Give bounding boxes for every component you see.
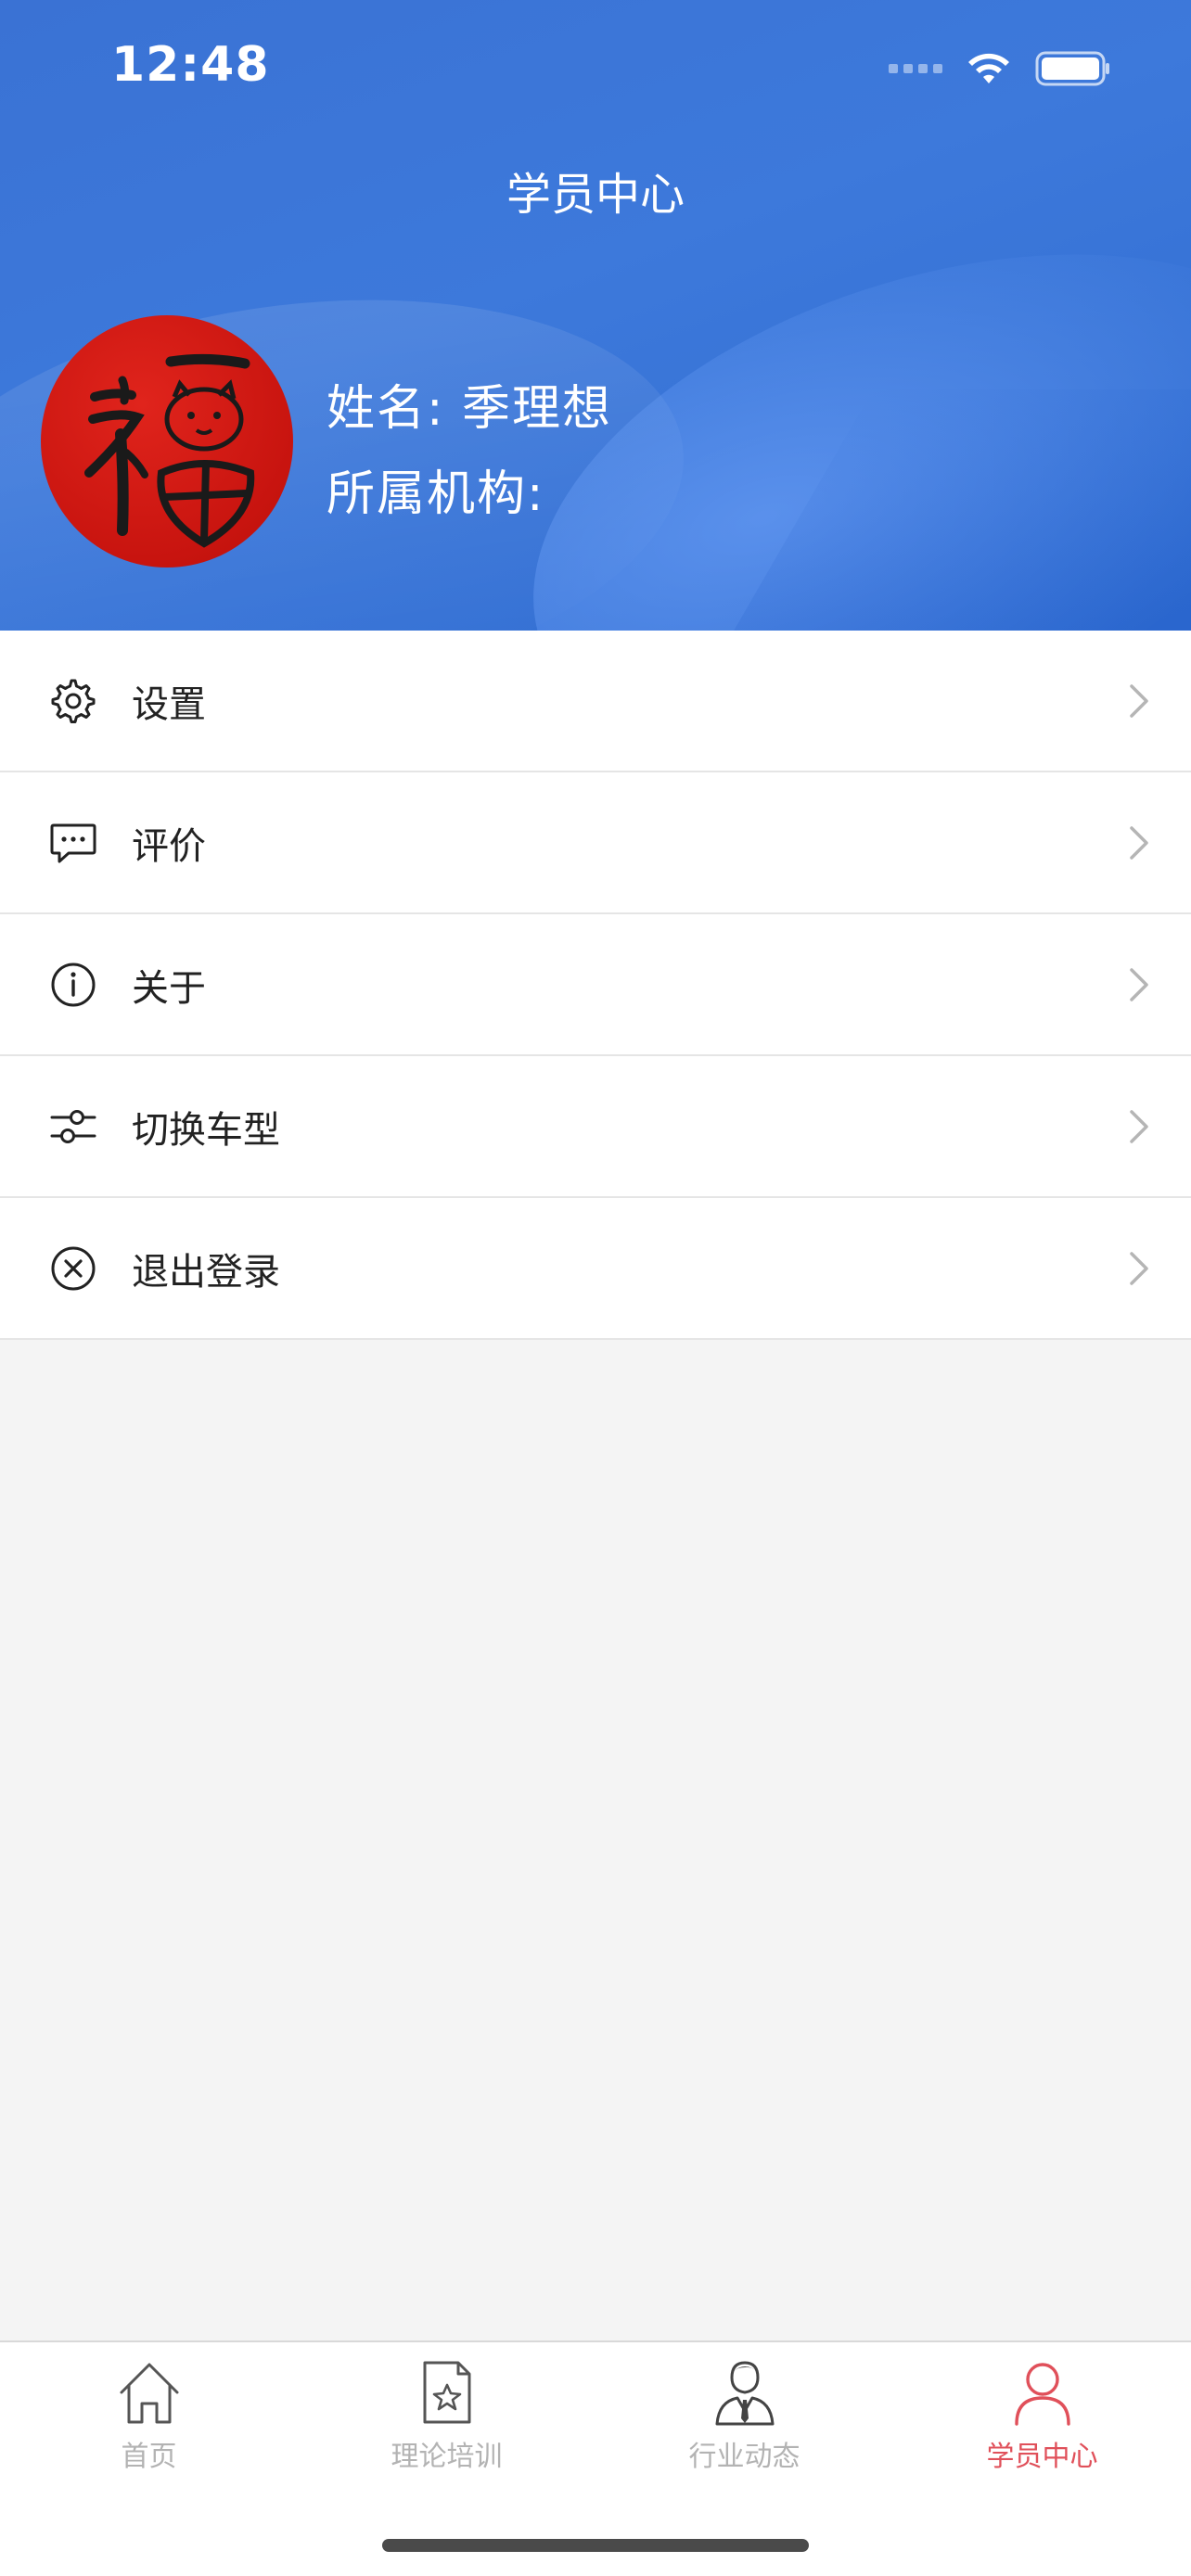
- chevron-right-icon: [1130, 1251, 1148, 1285]
- student-name: 姓名: 季理想: [327, 381, 613, 437]
- menu-item-label: 设置: [132, 682, 206, 726]
- tab-theory-training[interactable]: 理论培训: [298, 2357, 596, 2496]
- tab-home[interactable]: 首页: [0, 2357, 298, 2496]
- info-icon: [51, 963, 96, 1006]
- close-circle-icon: [51, 1246, 96, 1290]
- menu-item-label: 评价: [132, 824, 206, 868]
- profile-header: 12:48 学员中心 姓名: 季理想 所属机构:: [0, 0, 1191, 631]
- tab-label: 首页: [121, 2441, 177, 2473]
- tab-label: 理论培训: [391, 2441, 503, 2473]
- settings-menu: 设置 评价 关于 切换车型 退出登录: [0, 631, 1191, 1340]
- student-organization: 所属机构:: [327, 466, 545, 522]
- battery-icon: [1035, 50, 1111, 87]
- tab-industry-news[interactable]: 行业动态: [596, 2357, 893, 2496]
- cellular-signal-icon: [889, 64, 942, 73]
- tab-student-center[interactable]: 学员中心: [893, 2357, 1191, 2496]
- tab-label: 行业动态: [688, 2441, 800, 2473]
- chevron-right-icon: [1130, 967, 1148, 1001]
- chat-bubble-icon: [50, 823, 96, 862]
- home-indicator[interactable]: [382, 2539, 809, 2552]
- menu-item-label: 关于: [132, 966, 206, 1010]
- menu-item-switch-vehicle-type[interactable]: 切换车型: [0, 1056, 1191, 1198]
- menu-item-label: 退出登录: [132, 1250, 280, 1294]
- status-time: 12:48: [111, 37, 270, 93]
- menu-item-label: 切换车型: [132, 1108, 280, 1152]
- chevron-right-icon: [1130, 1109, 1148, 1143]
- person-tie-icon: [715, 2361, 774, 2426]
- menu-item-settings[interactable]: 设置: [0, 631, 1191, 772]
- page-title: 学员中心: [506, 169, 685, 221]
- gear-icon: [51, 679, 96, 723]
- chevron-right-icon: [1130, 683, 1148, 718]
- menu-item-about[interactable]: 关于: [0, 914, 1191, 1056]
- menu-item-feedback[interactable]: 评价: [0, 772, 1191, 914]
- user-icon: [1014, 2363, 1070, 2426]
- home-icon: [120, 2363, 178, 2424]
- tab-label: 学员中心: [986, 2441, 1098, 2473]
- document-star-icon: [423, 2361, 470, 2424]
- avatar[interactable]: [41, 315, 293, 567]
- menu-item-logout[interactable]: 退出登录: [0, 1198, 1191, 1340]
- chevron-right-icon: [1130, 825, 1148, 860]
- sliders-icon: [50, 1109, 96, 1143]
- status-indicators: [889, 46, 1111, 91]
- wifi-icon: [965, 50, 1013, 87]
